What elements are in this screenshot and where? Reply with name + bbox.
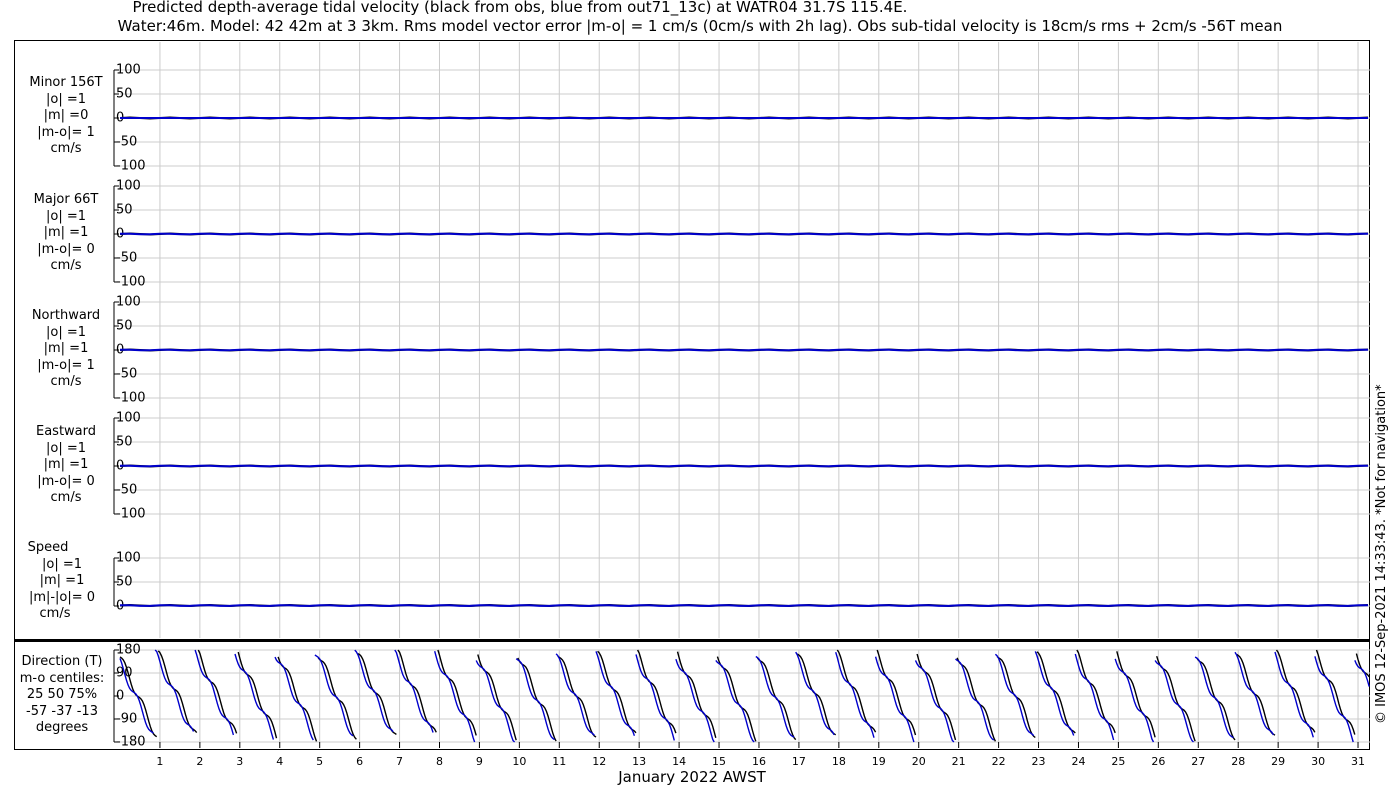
x-tick-label: 13	[632, 755, 646, 768]
y-tick-label: -50	[116, 483, 137, 498]
y-tick-label: 50	[116, 435, 133, 450]
x-tick-label: 26	[1151, 755, 1165, 768]
y-tick-label: 100	[116, 551, 141, 566]
y-tick-label: 100	[116, 295, 141, 310]
y-tick-label: 0	[116, 689, 124, 704]
y-tick-label: 100	[116, 411, 141, 426]
series-line-model	[120, 604, 1368, 607]
x-tick-label: 29	[1271, 755, 1285, 768]
series-line-model	[120, 464, 1368, 468]
x-tick-label: 2	[196, 755, 203, 768]
x-tick-label: 20	[912, 755, 926, 768]
tidal-velocity-chart: -100-50050100-100-50050100-100-50050100-…	[113, 42, 1370, 768]
y-tick-label: -100	[116, 391, 146, 406]
series-line-model	[120, 232, 1368, 236]
x-tick-label: 24	[1071, 755, 1085, 768]
x-tick-label: 23	[1032, 755, 1046, 768]
x-tick-label: 30	[1311, 755, 1325, 768]
x-tick-label: 4	[276, 755, 283, 768]
x-tick-label: 18	[832, 755, 846, 768]
y-tick-label: -180	[116, 735, 146, 750]
y-tick-label: -50	[116, 135, 137, 150]
x-tick-label: 7	[396, 755, 403, 768]
x-tick-label: 21	[952, 755, 966, 768]
y-tick-label: -50	[116, 251, 137, 266]
x-tick-label: 19	[872, 755, 886, 768]
y-tick-label: 180	[116, 643, 141, 658]
x-tick-label: 9	[476, 755, 483, 768]
x-tick-label: 22	[992, 755, 1006, 768]
x-tick-label: 17	[792, 755, 806, 768]
x-tick-label: 31	[1351, 755, 1365, 768]
x-tick-label: 10	[512, 755, 526, 768]
y-tick-label: 100	[116, 63, 141, 78]
y-tick-label: 100	[116, 179, 141, 194]
x-tick-label: 8	[436, 755, 443, 768]
x-tick-label: 28	[1231, 755, 1245, 768]
x-tick-label: 16	[752, 755, 766, 768]
x-tick-label: 3	[236, 755, 243, 768]
y-tick-label: -90	[116, 712, 137, 727]
y-tick-label: -100	[116, 275, 146, 290]
y-tick-label: -50	[116, 367, 137, 382]
x-axis-label: January 2022 AWST	[618, 768, 766, 786]
copyright-credit: © IMOS 12-Sep-2021 14:33:43. *Not for na…	[1374, 384, 1389, 724]
x-tick-label: 25	[1111, 755, 1125, 768]
x-tick-label: 12	[592, 755, 606, 768]
y-tick-label: 50	[116, 575, 133, 590]
series-line-model	[120, 348, 1368, 352]
y-tick-label: -100	[116, 507, 146, 522]
x-tick-label: 27	[1191, 755, 1205, 768]
x-tick-label: 15	[712, 755, 726, 768]
x-tick-label: 5	[316, 755, 323, 768]
y-tick-label: -100	[116, 159, 146, 174]
y-tick-label: 50	[116, 87, 133, 102]
x-tick-label: 14	[672, 755, 686, 768]
y-tick-label: 50	[116, 319, 133, 334]
x-tick-label: 11	[552, 755, 566, 768]
x-tick-label: 6	[356, 755, 363, 768]
x-tick-label: 1	[156, 755, 163, 768]
y-tick-label: 50	[116, 203, 133, 218]
